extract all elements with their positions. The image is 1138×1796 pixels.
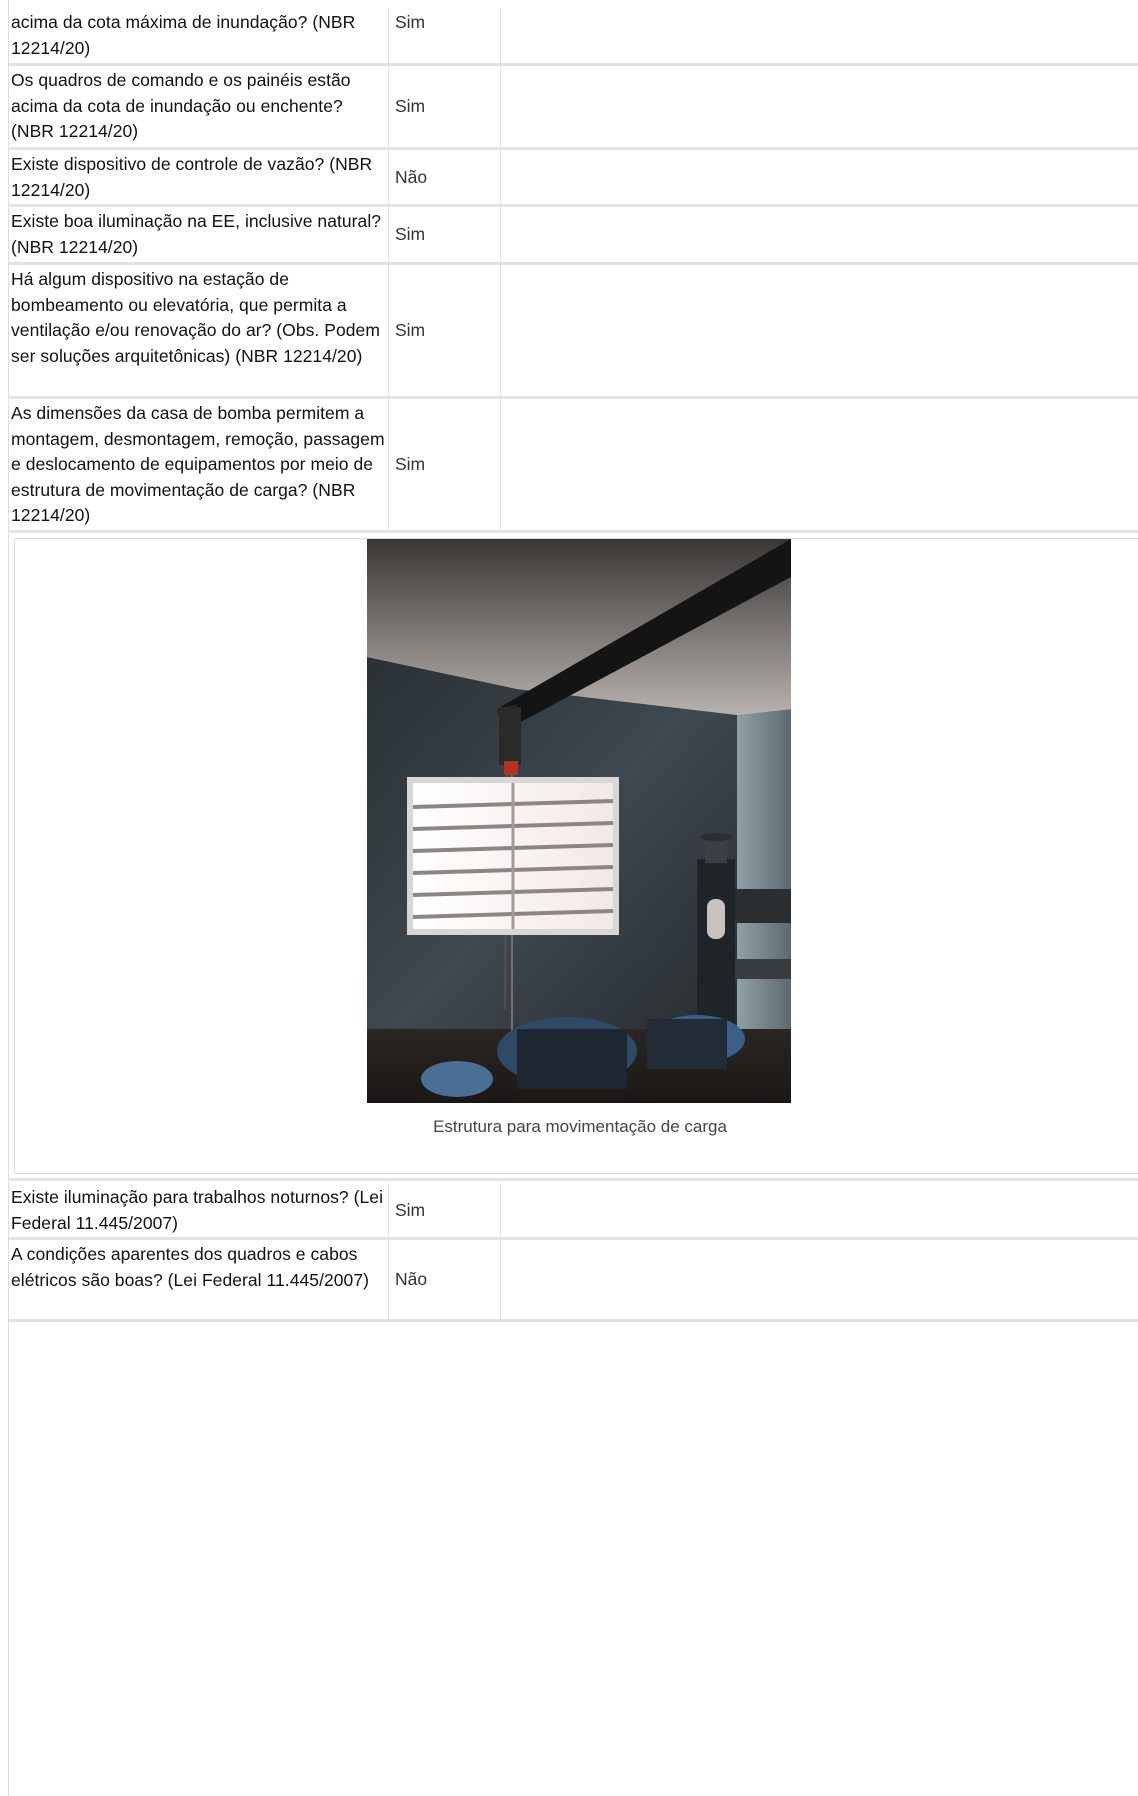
notes-cell <box>501 66 1138 147</box>
notes-cell <box>501 1240 1138 1319</box>
question-cell: Há algum dispositivo na estação de bombe… <box>9 265 389 396</box>
report-page: acima da cota máxima de inundação? (NBR … <box>0 0 1138 1796</box>
table-row: A condições aparentes dos quadros e cabo… <box>9 1240 1138 1322</box>
question-cell: As dimensões da casa de bomba permitem a… <box>9 399 389 530</box>
notes-cell <box>501 207 1138 262</box>
answer-cell: Não <box>389 150 501 204</box>
question-cell: A condições aparentes dos quadros e cabo… <box>9 1240 389 1319</box>
pump-room-photo <box>367 539 791 1103</box>
question-cell: acima da cota máxima de inundação? (NBR … <box>9 8 389 63</box>
table-row: Os quadros de comando e os painéis estão… <box>9 66 1138 150</box>
notes-cell <box>501 8 1138 63</box>
answer-cell: Sim <box>389 1183 501 1237</box>
table-row: Existe boa iluminação na EE, inclusive n… <box>9 207 1138 265</box>
answer-cell: Não <box>389 1240 501 1319</box>
notes-cell <box>501 150 1138 204</box>
photo-block: Estrutura para movimentação de carga <box>14 538 1138 1174</box>
question-cell: Existe iluminação para trabalhos noturno… <box>9 1183 389 1237</box>
answer-cell: Sim <box>389 399 501 530</box>
photo-caption: Estrutura para movimentação de carga <box>433 1117 727 1136</box>
table-row: Existe iluminação para trabalhos noturno… <box>9 1183 1138 1240</box>
divider <box>9 1178 1138 1181</box>
answer-cell: Sim <box>389 207 501 262</box>
table-row: Há algum dispositivo na estação de bombe… <box>9 265 1138 399</box>
notes-cell <box>501 1183 1138 1237</box>
checklist-bottom: Existe iluminação para trabalhos noturno… <box>9 1183 1138 1322</box>
answer-cell: Sim <box>389 8 501 63</box>
notes-cell <box>501 399 1138 530</box>
table-row: acima da cota máxima de inundação? (NBR … <box>9 8 1138 66</box>
checklist-top: acima da cota máxima de inundação? (NBR … <box>9 8 1138 533</box>
question-cell: Os quadros de comando e os painéis estão… <box>9 66 389 147</box>
answer-cell: Sim <box>389 265 501 396</box>
question-cell: Existe dispositivo de controle de vazão?… <box>9 150 389 204</box>
table-row: As dimensões da casa de bomba permitem a… <box>9 399 1138 533</box>
question-cell: Existe boa iluminação na EE, inclusive n… <box>9 207 389 262</box>
notes-cell <box>501 265 1138 396</box>
answer-cell: Sim <box>389 66 501 147</box>
table-row: Existe dispositivo de controle de vazão?… <box>9 150 1138 207</box>
